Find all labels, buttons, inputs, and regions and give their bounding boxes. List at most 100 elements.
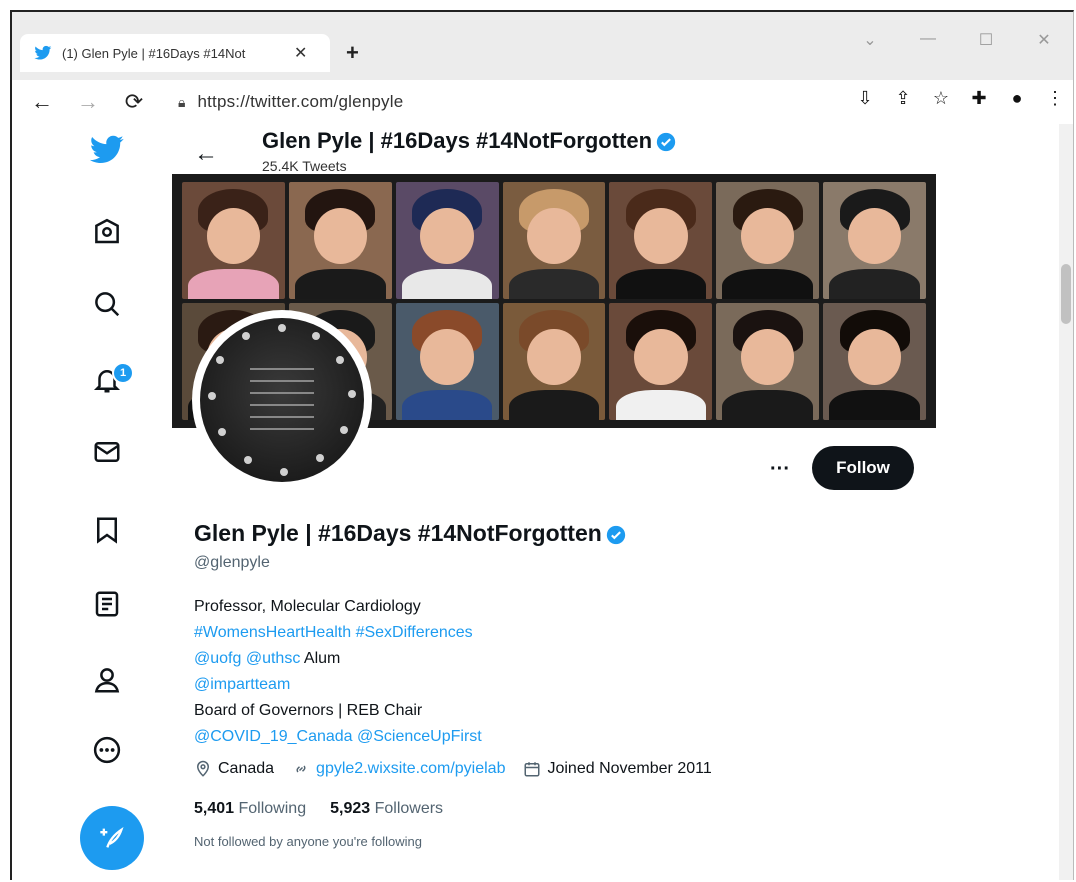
profile-name: Glen Pyle | #16Days #14NotForgotten xyxy=(194,520,626,547)
address-bar[interactable]: https://twitter.com/glenpyle xyxy=(197,92,403,112)
back-button[interactable]: ← xyxy=(194,140,218,168)
twitter-favicon-icon xyxy=(34,45,52,60)
nav-messages[interactable] xyxy=(78,430,136,474)
nav-more[interactable] xyxy=(78,728,136,772)
lock-icon[interactable]: 🔒︎ xyxy=(178,94,185,111)
mention-link[interactable]: @uofg xyxy=(194,650,241,667)
envelope-icon xyxy=(94,442,120,462)
nav-twitter-logo[interactable] xyxy=(78,128,136,172)
profile-stats: 5,401 Following 5,923 Followers xyxy=(194,800,443,818)
profile-name-text: Glen Pyle | #16Days #14NotForgotten xyxy=(194,520,602,546)
profile-avatar[interactable] xyxy=(192,310,372,490)
search-icon xyxy=(95,292,120,317)
close-tab-icon[interactable]: ✕ xyxy=(294,43,307,63)
install-app-icon[interactable]: ⇩ xyxy=(853,88,877,109)
header-name: Glen Pyle | #16Days #14NotForgotten xyxy=(262,128,676,154)
link-icon xyxy=(296,765,306,773)
verified-badge-icon xyxy=(606,525,625,545)
banner-portrait xyxy=(502,303,606,420)
hashtag-link[interactable]: #WomensHeartHealth xyxy=(194,624,351,641)
not-followed-notice: Not followed by anyone you're following xyxy=(194,834,422,849)
banner-portrait xyxy=(716,182,820,299)
tweet-count: 25.4K Tweets xyxy=(262,158,347,174)
bio-line-mentions: @COVID_19_Canada @ScienceUpFirst xyxy=(194,724,482,750)
scroll-thumb[interactable] xyxy=(1061,264,1071,324)
location-pin-icon xyxy=(196,760,210,777)
compose-tweet-button[interactable] xyxy=(80,806,144,870)
mention-link[interactable]: @ScienceUpFirst xyxy=(357,728,482,745)
nav-home[interactable] xyxy=(78,210,136,254)
banner-portrait xyxy=(823,182,926,299)
verified-badge-icon xyxy=(656,133,676,152)
back-icon[interactable]: ← xyxy=(26,89,58,115)
twitter-logo-icon xyxy=(89,135,124,164)
notification-badge: 1 xyxy=(112,362,134,384)
forward-icon[interactable]: → xyxy=(72,89,104,115)
maximize-icon[interactable]: ☐ xyxy=(957,30,1015,50)
close-window-icon[interactable]: ✕ xyxy=(1015,30,1073,50)
join-date: Joined November 2011 xyxy=(523,760,712,778)
profile-icon[interactable]: ● xyxy=(1005,88,1029,109)
share-icon[interactable]: ⇪ xyxy=(891,88,915,109)
location-text: Canada xyxy=(218,760,275,777)
mention-link[interactable]: @uthsc xyxy=(246,650,300,667)
menu-kebab-icon[interactable]: ⋮ xyxy=(1043,88,1067,109)
lists-icon xyxy=(95,591,119,617)
browser-toolbar: ← → ⟳ 🔒︎ https://twitter.com/glenpyle ⇩ … xyxy=(12,80,1073,124)
banner-portrait xyxy=(609,182,713,299)
banner-portrait xyxy=(182,182,285,299)
nav-lists[interactable] xyxy=(78,582,136,626)
followers-link[interactable]: 5,923 Followers xyxy=(330,800,443,818)
banner-portrait xyxy=(395,303,499,420)
following-label: Following xyxy=(238,800,307,817)
quill-plus-icon xyxy=(100,826,124,848)
bio-text: Alum xyxy=(303,650,341,667)
toolbar-actions: ⇩ ⇪ ☆ ✚ ● ⋮ xyxy=(853,88,1067,109)
minimize-icon[interactable]: — xyxy=(899,30,957,50)
tab-search-icon[interactable]: ⌄ xyxy=(841,30,899,50)
mention-link[interactable]: @COVID_19_Canada xyxy=(194,728,353,745)
reload-icon[interactable]: ⟳ xyxy=(118,89,150,115)
follow-button[interactable]: Follow xyxy=(812,446,914,490)
bio-line-impart: @impartteam xyxy=(194,672,482,698)
extensions-icon[interactable]: ✚ xyxy=(967,88,991,109)
memorial-plaque-image xyxy=(200,318,364,482)
bookmark-star-icon[interactable]: ☆ xyxy=(929,88,953,109)
nav-bookmarks[interactable] xyxy=(78,508,136,552)
website-link[interactable]: gpyle2.wixsite.com/pyielab xyxy=(316,760,505,778)
more-options-button[interactable]: ··· xyxy=(760,452,800,492)
bio-line-alum: @uofg @uthsc Alum xyxy=(194,646,482,672)
person-icon xyxy=(94,668,120,693)
following-link[interactable]: 5,401 Following xyxy=(194,800,306,818)
nav-explore[interactable] xyxy=(78,282,136,326)
website: gpyle2.wixsite.com/pyielab xyxy=(292,760,505,778)
banner-portrait xyxy=(288,182,392,299)
new-tab-icon[interactable]: + xyxy=(346,40,359,66)
bookmark-icon xyxy=(97,517,117,544)
browser-tab[interactable]: (1) Glen Pyle | #16Days #14Not ✕ xyxy=(20,34,330,72)
profile-meta: Canada gpyle2.wixsite.com/pyielab Joined… xyxy=(194,760,724,778)
banner-portrait xyxy=(502,182,606,299)
following-count: 5,401 xyxy=(194,800,235,817)
more-circle-icon xyxy=(93,736,121,764)
bio-line-board: Board of Governors | REB Chair xyxy=(194,702,423,719)
header-name-text: Glen Pyle | #16Days #14NotForgotten xyxy=(262,128,653,153)
home-icon xyxy=(95,218,119,244)
profile-handle: @glenpyle xyxy=(194,554,270,571)
hashtag-link[interactable]: #SexDifferences xyxy=(356,624,473,641)
location: Canada xyxy=(194,760,274,778)
bio-line-title: Professor, Molecular Cardiology xyxy=(194,598,421,615)
followers-count: 5,923 xyxy=(330,800,371,817)
calendar-icon xyxy=(524,762,540,777)
window-controls: ⌄ — ☐ ✕ xyxy=(841,30,1073,50)
bio-line-hashtags: #WomensHeartHealth #SexDifferences xyxy=(194,620,482,646)
tab-strip: (1) Glen Pyle | #16Days #14Not ✕ + ⌄ — ☐… xyxy=(12,12,1073,80)
tab-title: (1) Glen Pyle | #16Days #14Not xyxy=(62,45,246,61)
nav-notifications[interactable]: 1 xyxy=(78,358,136,402)
joined-text: Joined November 2011 xyxy=(547,760,712,777)
page-scrollbar[interactable] xyxy=(1059,124,1073,880)
followers-label: Followers xyxy=(374,800,444,817)
mention-link[interactable]: @impartteam xyxy=(194,676,290,693)
nav-profile[interactable] xyxy=(78,658,136,702)
banner-portrait xyxy=(609,303,713,420)
